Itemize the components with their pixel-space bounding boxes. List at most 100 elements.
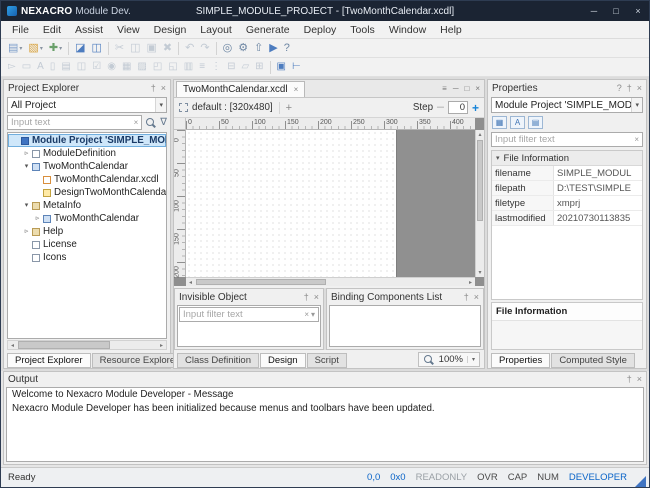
menu-item-edit[interactable]: Edit (36, 21, 68, 39)
tree-item-icons[interactable]: Icons (8, 251, 166, 264)
add-frame-button[interactable]: + (286, 102, 292, 114)
property-row-lastmodified[interactable]: lastmodified20210730113835 (492, 211, 642, 226)
tab-class-definition[interactable]: Class Definition (177, 353, 259, 369)
step-increase-button[interactable]: + (472, 101, 479, 115)
tab-project-explorer[interactable]: Project Explorer (7, 353, 91, 369)
checkbox-component-icon[interactable]: ☑ (90, 59, 103, 76)
close-panel-icon[interactable]: × (637, 84, 642, 93)
select-tool-icon[interactable]: ▻ (6, 59, 18, 76)
clear-filter-icon[interactable]: × (634, 135, 639, 144)
ruler-toggle-icon[interactable]: ⊢ (290, 59, 303, 76)
maximize-button[interactable]: □ (605, 1, 627, 21)
edit-component-icon[interactable]: ▯ (48, 59, 58, 76)
minimize-button[interactable]: ─ (583, 1, 605, 21)
menu-item-help[interactable]: Help (433, 21, 469, 39)
pin-icon[interactable]: † (304, 293, 309, 302)
textarea-component-icon[interactable]: ▤ (59, 59, 72, 76)
pin-icon[interactable]: † (151, 84, 156, 93)
scrollbar-thumb[interactable] (196, 279, 326, 285)
copy-button[interactable]: ◫ (128, 40, 142, 57)
scroll-right-icon[interactable]: ▸ (157, 341, 166, 349)
tree-item-designtwomonthcalendar-js[interactable]: DesignTwoMonthCalendar.js (8, 186, 166, 199)
static-text-component-icon[interactable]: A (35, 59, 46, 76)
restore-window-icon[interactable]: □ (464, 84, 469, 93)
close-button[interactable]: × (627, 1, 649, 21)
undo-button[interactable]: ↶ (183, 40, 196, 57)
chevron-down-icon[interactable]: ▾ (311, 310, 315, 319)
property-sheet-icon[interactable]: ▤ (528, 116, 543, 129)
tree-component-icon[interactable]: ⋮ (209, 59, 223, 76)
window-list-icon[interactable]: ≡ (442, 84, 447, 93)
project-search-input[interactable] (11, 117, 132, 128)
scroll-left-icon[interactable]: ◂ (8, 341, 17, 349)
scroll-up-icon[interactable]: ▴ (476, 130, 484, 139)
button-component-icon[interactable]: ▭ (20, 59, 33, 76)
tree-hscrollbar[interactable]: ◂ ▸ (7, 340, 167, 350)
pin-icon[interactable]: † (464, 293, 469, 302)
groupbox-component-icon[interactable]: ⊞ (253, 59, 265, 76)
menu-item-assist[interactable]: Assist (68, 21, 110, 39)
filter-icon[interactable]: ∇ (160, 118, 167, 128)
alphabetical-view-icon[interactable]: A (510, 116, 525, 129)
redo-button[interactable]: ↷ (198, 40, 211, 57)
pin-icon[interactable]: † (627, 375, 632, 384)
radio-component-icon[interactable]: ◉ (105, 59, 118, 76)
menu-item-generate[interactable]: Generate (239, 21, 297, 39)
layout-manager-icon[interactable]: ▣ (275, 59, 288, 76)
save-all-button[interactable]: ◫ (89, 40, 103, 57)
step-decrease-button[interactable]: ─ (437, 102, 444, 113)
tree-item-twomonthcalendar-xcdl[interactable]: TwoMonthCalendar.xcdl (8, 173, 166, 186)
design-hscrollbar[interactable]: ◂ ▸ (186, 277, 475, 286)
chevron-down-icon[interactable]: ▾ (467, 356, 475, 363)
grid-component-icon[interactable]: ▦ (120, 59, 133, 76)
generate-button[interactable]: ⚙ (236, 40, 250, 57)
tree-item-twomonthcalendar[interactable]: ▾TwoMonthCalendar (8, 160, 166, 173)
design-vscrollbar[interactable]: ▴ ▾ (475, 130, 484, 277)
property-row-filetype[interactable]: filetypexmprj (492, 196, 642, 211)
add-item-button[interactable]: ✚▾ (47, 40, 64, 57)
scrollbar-thumb[interactable] (18, 341, 110, 349)
tree-item-twomonthcalendar[interactable]: ▹TwoMonthCalendar (8, 212, 166, 225)
menu-item-window[interactable]: Window (382, 21, 433, 39)
tab-computed-style[interactable]: Computed Style (551, 353, 635, 369)
zoom-control[interactable]: 100% ▾ (418, 352, 480, 367)
open-button[interactable]: ▧▾ (26, 40, 44, 57)
deploy-button[interactable]: ⇧ (252, 40, 265, 57)
search-button[interactable]: ◎ (221, 40, 235, 57)
scroll-down-icon[interactable]: ▾ (476, 268, 484, 277)
design-canvas[interactable] (186, 130, 397, 277)
menu-item-deploy[interactable]: Deploy (297, 21, 344, 39)
progressbar-component-icon[interactable]: ▱ (239, 59, 251, 76)
property-row-filename[interactable]: filenameSIMPLE_MODUL (492, 166, 642, 181)
calendar-component-icon[interactable]: ▥ (182, 59, 195, 76)
cut-button[interactable]: ✂ (113, 40, 126, 57)
close-panel-icon[interactable]: × (474, 293, 479, 302)
run-button[interactable]: ▶ (267, 40, 279, 57)
frame-preset-label[interactable]: default : [320x480] (192, 102, 273, 113)
help-button[interactable]: ? (282, 40, 292, 57)
clear-search-icon[interactable]: × (134, 118, 139, 127)
scroll-left-icon[interactable]: ◂ (186, 278, 195, 286)
tab-design[interactable]: Design (260, 353, 306, 369)
property-row-filepath[interactable]: filepathD:\TEST\SIMPLE (492, 181, 642, 196)
properties-target-dropdown[interactable]: Module Project 'SIMPLE_MODULE_PROJE ▾ (491, 97, 643, 113)
tree-item-metainfo[interactable]: ▾MetaInfo (8, 199, 166, 212)
close-panel-icon[interactable]: × (637, 375, 642, 384)
tree-item-module-project-simple-module-project[interactable]: Module Project 'SIMPLE_MODULE_PROJECT' (8, 134, 166, 147)
slider-component-icon[interactable]: ⊟ (225, 59, 237, 76)
section-collapse-icon[interactable]: ▾ (496, 154, 500, 162)
menu-item-view[interactable]: View (110, 21, 147, 39)
tab-script[interactable]: Script (307, 353, 347, 369)
close-tab-icon[interactable]: × (294, 85, 299, 94)
combo-component-icon[interactable]: ◫ (75, 59, 88, 76)
tab-properties[interactable]: Properties (491, 353, 550, 369)
paste-button[interactable]: ▣ (145, 40, 159, 57)
image-component-icon[interactable]: ▨ (135, 59, 148, 76)
menu-item-layout[interactable]: Layout (193, 21, 239, 39)
project-filter-dropdown[interactable]: All Project ▾ (7, 97, 167, 113)
properties-section-header[interactable]: ▾ File Information (492, 151, 642, 166)
delete-button[interactable]: ✖ (161, 40, 174, 57)
document-tab[interactable]: TwoMonthCalendar.xcdl × (176, 81, 305, 97)
div-component-icon[interactable]: ◰ (151, 59, 164, 76)
help-icon[interactable]: ? (617, 84, 622, 93)
